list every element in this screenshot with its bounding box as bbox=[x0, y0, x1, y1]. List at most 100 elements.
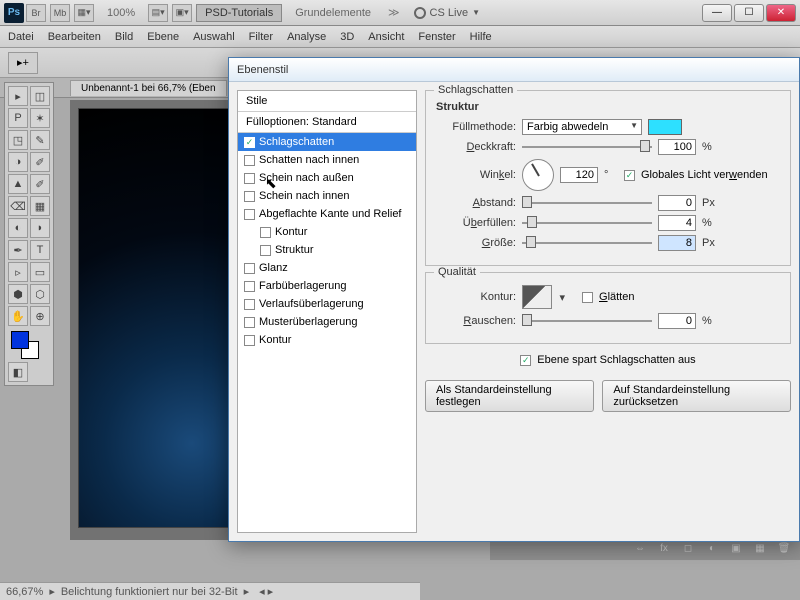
menu-auswahl[interactable]: Auswahl bbox=[193, 31, 235, 43]
style-item-4[interactable]: Abgeflachte Kante und Relief bbox=[238, 205, 416, 223]
menu-datei[interactable]: Datei bbox=[8, 31, 34, 43]
trash-icon[interactable]: 🗑 bbox=[776, 542, 792, 556]
opacity-slider[interactable] bbox=[522, 145, 652, 149]
contour-picker[interactable] bbox=[522, 285, 552, 309]
style-item-5[interactable]: Kontur bbox=[238, 223, 416, 241]
style-checkbox-6[interactable] bbox=[260, 245, 271, 256]
hand-tool[interactable]: ✋ bbox=[8, 306, 28, 326]
quickmask-tool[interactable]: ◧ bbox=[8, 362, 28, 382]
status-zoom[interactable]: 66,67% bbox=[6, 586, 43, 598]
fx-icon[interactable]: fx bbox=[656, 542, 672, 556]
style-checkbox-7[interactable] bbox=[244, 263, 255, 274]
menu-filter[interactable]: Filter bbox=[249, 31, 273, 43]
make-default-button[interactable]: Als Standardeinstellung festlegen bbox=[425, 380, 594, 412]
maximize-button[interactable]: ☐ bbox=[734, 4, 764, 22]
color-swatches[interactable] bbox=[8, 328, 50, 360]
style-item-8[interactable]: Farbüberlagerung bbox=[238, 277, 416, 295]
style-checkbox-1[interactable] bbox=[244, 155, 255, 166]
brush-tool[interactable]: ✐ bbox=[30, 152, 50, 172]
history-brush-tool[interactable]: ✐ bbox=[30, 174, 50, 194]
style-checkbox-3[interactable] bbox=[244, 191, 255, 202]
dodge-tool[interactable]: ◗ bbox=[30, 218, 50, 238]
style-item-7[interactable]: Glanz bbox=[238, 259, 416, 277]
menu-bearbeiten[interactable]: Bearbeiten bbox=[48, 31, 101, 43]
style-item-1[interactable]: Schatten nach innen bbox=[238, 151, 416, 169]
stamp-tool[interactable]: ▲ bbox=[8, 174, 28, 194]
style-item-3[interactable]: Schein nach innen bbox=[238, 187, 416, 205]
link-icon[interactable]: ⇔ bbox=[632, 542, 648, 556]
3d-camera-tool[interactable]: ⬡ bbox=[30, 284, 50, 304]
cs-live[interactable]: CS Live ▼ bbox=[414, 7, 480, 19]
pen-tool[interactable]: ✒ bbox=[8, 240, 28, 260]
blend-mode-select[interactable]: Farbig abwedeln bbox=[522, 119, 642, 135]
antialias-checkbox[interactable] bbox=[582, 292, 593, 303]
fg-color-swatch[interactable] bbox=[11, 331, 29, 349]
zoom-level[interactable]: 100% bbox=[98, 4, 144, 22]
crop-tool[interactable]: ◳ bbox=[8, 130, 28, 150]
menu-3d[interactable]: 3D bbox=[340, 31, 354, 43]
style-item-10[interactable]: Musterüberlagerung bbox=[238, 313, 416, 331]
knockout-checkbox[interactable]: ✓ bbox=[520, 355, 531, 366]
style-item-11[interactable]: Kontur bbox=[238, 331, 416, 349]
reset-default-button[interactable]: Auf Standardeinstellung zurücksetzen bbox=[602, 380, 791, 412]
move-tool[interactable]: ▸ bbox=[8, 86, 28, 106]
style-checkbox-0[interactable]: ✓ bbox=[244, 137, 255, 148]
style-checkbox-2[interactable] bbox=[244, 173, 255, 184]
global-light-checkbox[interactable]: ✓ bbox=[624, 170, 635, 181]
style-item-2[interactable]: Schein nach außen bbox=[238, 169, 416, 187]
spread-slider[interactable] bbox=[522, 221, 652, 225]
workspace-more-icon[interactable]: ≫ bbox=[388, 6, 400, 19]
size-input[interactable]: 8 bbox=[658, 235, 696, 251]
zoom-tool[interactable]: ⊕ bbox=[30, 306, 50, 326]
angle-dial[interactable] bbox=[522, 159, 554, 191]
shadow-color-chip[interactable] bbox=[648, 119, 682, 135]
style-checkbox-8[interactable] bbox=[244, 281, 255, 292]
size-slider[interactable] bbox=[522, 241, 652, 245]
document-tab[interactable]: Unbenannt-1 bei 66,7% (Eben bbox=[70, 80, 227, 96]
bridge-icon[interactable]: Br bbox=[26, 4, 46, 22]
workspace-psd-tutorials[interactable]: PSD-Tutorials bbox=[196, 4, 282, 22]
style-checkbox-9[interactable] bbox=[244, 299, 255, 310]
style-item-6[interactable]: Struktur bbox=[238, 241, 416, 259]
shape-tool[interactable]: ▭ bbox=[30, 262, 50, 282]
lasso-tool[interactable]: P bbox=[8, 108, 28, 128]
current-tool-icon[interactable]: ▸+ bbox=[8, 52, 38, 74]
close-button[interactable]: ✕ bbox=[766, 4, 796, 22]
menu-hilfe[interactable]: Hilfe bbox=[470, 31, 492, 43]
opacity-input[interactable]: 100 bbox=[658, 139, 696, 155]
spread-input[interactable]: 4 bbox=[658, 215, 696, 231]
marquee-tool[interactable]: ◫ bbox=[30, 86, 50, 106]
style-item-9[interactable]: Verlaufsüberlagerung bbox=[238, 295, 416, 313]
noise-slider[interactable] bbox=[522, 319, 652, 323]
fill-options[interactable]: Fülloptionen: Standard bbox=[238, 112, 416, 133]
menu-analyse[interactable]: Analyse bbox=[287, 31, 326, 43]
eyedropper-tool[interactable]: ✎ bbox=[30, 130, 50, 150]
workspace-grundelemente[interactable]: Grundelemente bbox=[286, 4, 380, 22]
type-tool[interactable]: T bbox=[30, 240, 50, 260]
screenmode-icon[interactable]: ▦▾ bbox=[74, 4, 94, 22]
minimize-button[interactable]: — bbox=[702, 4, 732, 22]
style-checkbox-5[interactable] bbox=[260, 227, 271, 238]
wand-tool[interactable]: ✶ bbox=[30, 108, 50, 128]
noise-input[interactable]: 0 bbox=[658, 313, 696, 329]
mask-icon[interactable]: ◻ bbox=[680, 542, 696, 556]
style-checkbox-4[interactable] bbox=[244, 209, 255, 220]
styles-header[interactable]: Stile bbox=[238, 91, 416, 112]
heal-tool[interactable]: ◑ bbox=[8, 152, 28, 172]
adjustment-icon[interactable]: ◐ bbox=[704, 542, 720, 556]
arrange-icon[interactable]: ▤▾ bbox=[148, 4, 168, 22]
style-checkbox-10[interactable] bbox=[244, 317, 255, 328]
gradient-tool[interactable]: ▦ bbox=[30, 196, 50, 216]
style-checkbox-11[interactable] bbox=[244, 335, 255, 346]
folder-icon[interactable]: ▣ bbox=[728, 542, 744, 556]
menu-ebene[interactable]: Ebene bbox=[147, 31, 179, 43]
3d-tool[interactable]: ⬢ bbox=[8, 284, 28, 304]
menu-bild[interactable]: Bild bbox=[115, 31, 133, 43]
style-item-0[interactable]: ✓Schlagschatten bbox=[238, 133, 416, 151]
distance-input[interactable]: 0 bbox=[658, 195, 696, 211]
new-layer-icon[interactable]: ▦ bbox=[752, 542, 768, 556]
distance-slider[interactable] bbox=[522, 201, 652, 205]
screen-icon[interactable]: ▣▾ bbox=[172, 4, 192, 22]
eraser-tool[interactable]: ⌫ bbox=[8, 196, 28, 216]
minibridge-icon[interactable]: Mb bbox=[50, 4, 70, 22]
